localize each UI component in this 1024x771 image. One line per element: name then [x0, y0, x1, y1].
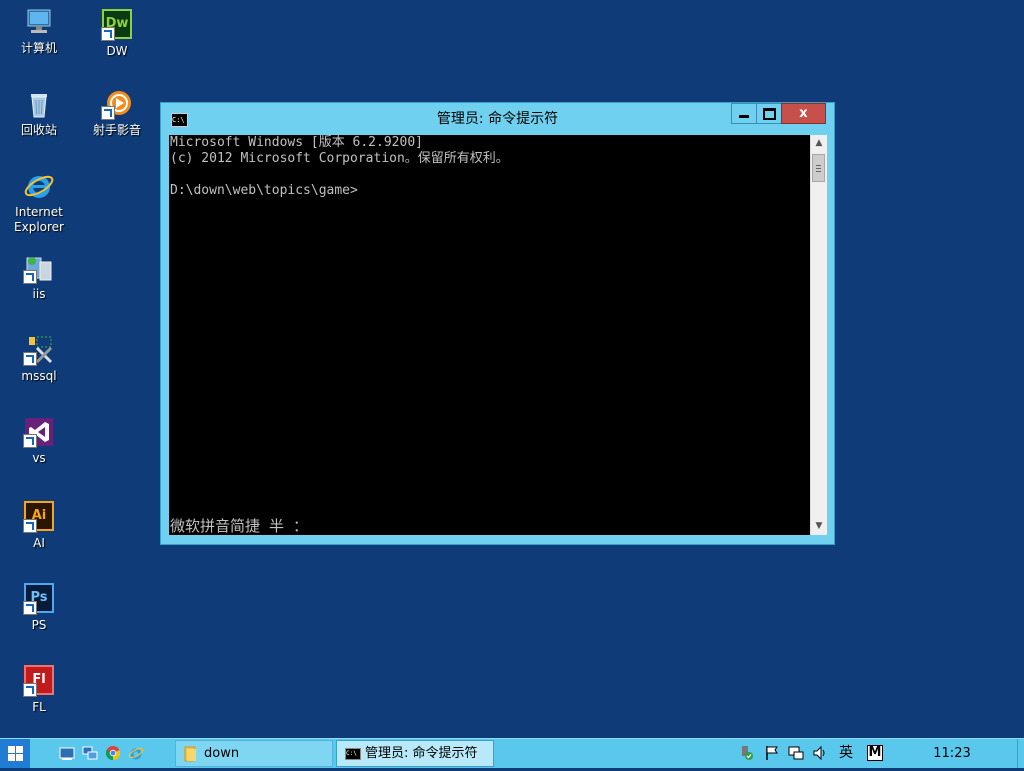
desktop-icon-visual-studio[interactable]: vs — [3, 416, 75, 466]
cmd-icon: C:\ — [345, 748, 361, 760]
minimize-button[interactable] — [731, 103, 757, 124]
usb-safe-remove-icon[interactable] — [738, 745, 754, 761]
volume-icon[interactable] — [812, 745, 828, 761]
desktop-icon-computer[interactable]: 计算机 — [3, 6, 75, 56]
minimize-icon — [739, 115, 749, 118]
desktop-icon-label: vs — [32, 451, 46, 465]
desktop-icon-label: DW — [106, 44, 128, 58]
clock[interactable]: 11:23 — [928, 739, 976, 768]
folder-icon — [184, 746, 198, 771]
desktop-icon-mssql[interactable]: mssql — [3, 334, 75, 384]
console-output[interactable]: Microsoft Windows [版本 6.2.9200] (c) 2012… — [169, 135, 810, 535]
sql-server-tools-icon — [23, 334, 55, 366]
iis-icon — [23, 252, 55, 284]
windows-logo-icon — [7, 746, 23, 761]
shooter-player-icon — [101, 88, 133, 120]
shortcut-arrow-icon — [23, 601, 37, 615]
desktop-icon-label: 回收站 — [20, 123, 57, 137]
vertical-scrollbar[interactable]: ▲ ▼ — [810, 135, 827, 535]
shortcut-arrow-icon — [23, 519, 37, 533]
recycle-bin-icon — [23, 88, 55, 120]
close-button[interactable]: x — [781, 103, 826, 124]
taskbar-item-cmd[interactable]: C:\ 管理员: 命令提示符 — [336, 740, 494, 767]
scroll-up-icon[interactable]: ▲ — [811, 135, 827, 152]
dreamweaver-icon: Dw — [101, 9, 133, 41]
desktop-icon-internet-explorer[interactable]: Internet Explorer — [3, 170, 75, 235]
chrome-icon[interactable] — [105, 745, 121, 761]
cmd-window[interactable]: C:\ 管理员: 命令提示符 x Microsoft Windows [版本 6… — [160, 102, 835, 545]
ime-status-line: 微软拼音简捷 半 ： — [170, 517, 309, 535]
shortcut-arrow-icon — [23, 434, 37, 448]
illustrator-icon: Ai — [23, 501, 55, 533]
taskbar-item-label: 管理员: 命令提示符 — [365, 746, 478, 761]
shortcut-arrow-icon — [101, 27, 115, 41]
desktop-icon-label: iis — [32, 287, 46, 301]
window-controls: x — [731, 103, 826, 124]
taskbar: down C:\ 管理员: 命令提示符 英 M 11:23 — [0, 738, 1024, 768]
taskbar-item-down[interactable]: down — [175, 740, 333, 767]
show-desktop-button[interactable] — [1017, 739, 1024, 768]
desktop-icon-label: 计算机 — [20, 41, 57, 55]
scroll-down-icon[interactable]: ▼ — [811, 518, 827, 535]
console-line: Microsoft Windows [版本 6.2.9200] — [170, 135, 423, 150]
show-desktop-icon[interactable] — [59, 745, 75, 761]
desktop-icon-dw[interactable]: Dw DW — [81, 6, 153, 59]
shortcut-arrow-icon — [23, 270, 37, 284]
desktop-icon-label: Internet Explorer — [14, 205, 64, 234]
computer-icon — [23, 6, 55, 38]
start-button[interactable] — [0, 739, 30, 768]
ime-mode-indicator[interactable]: M — [867, 745, 883, 761]
close-icon: x — [799, 106, 808, 121]
scrollbar-thumb[interactable] — [812, 154, 825, 182]
console-prompt: D:\down\web\topics\game> — [170, 183, 358, 198]
flash-icon: Fl — [23, 665, 55, 697]
internet-explorer-icon — [23, 170, 55, 202]
desktop-icon-flash[interactable]: Fl FL — [3, 662, 75, 715]
console-line: (c) 2012 Microsoft Corporation。保留所有权利。 — [170, 151, 509, 166]
desktop-icon-photoshop[interactable]: Ps PS — [3, 580, 75, 633]
desktop-icon-label: FL — [32, 700, 46, 714]
photoshop-icon: Ps — [23, 583, 55, 615]
ie-icon[interactable] — [128, 745, 144, 761]
visual-studio-icon — [23, 416, 55, 448]
network-icon[interactable] — [788, 745, 804, 761]
shortcut-arrow-icon — [23, 352, 37, 366]
desktop-icon-label: 射手影音 — [92, 123, 141, 137]
maximize-icon — [762, 107, 776, 120]
network-computer-icon[interactable] — [82, 745, 98, 761]
shortcut-arrow-icon — [23, 683, 37, 697]
shortcut-arrow-icon — [101, 106, 115, 120]
desktop-icon-iis[interactable]: iis — [3, 252, 75, 302]
desktop-icon-recycle-bin[interactable]: 回收站 — [3, 88, 75, 138]
desktop-icon-label: mssql — [21, 369, 57, 383]
desktop-icon-shooter-player[interactable]: 射手影音 — [81, 88, 153, 138]
desktop-icon-label: PS — [31, 618, 47, 632]
desktop-icon-label: AI — [33, 536, 45, 550]
desktop-icon-illustrator[interactable]: Ai AI — [3, 498, 75, 551]
maximize-button[interactable] — [756, 103, 782, 124]
ime-language-indicator[interactable]: 英 — [838, 745, 854, 761]
taskbar-item-label: down — [204, 746, 240, 761]
flag-icon[interactable] — [764, 745, 780, 761]
